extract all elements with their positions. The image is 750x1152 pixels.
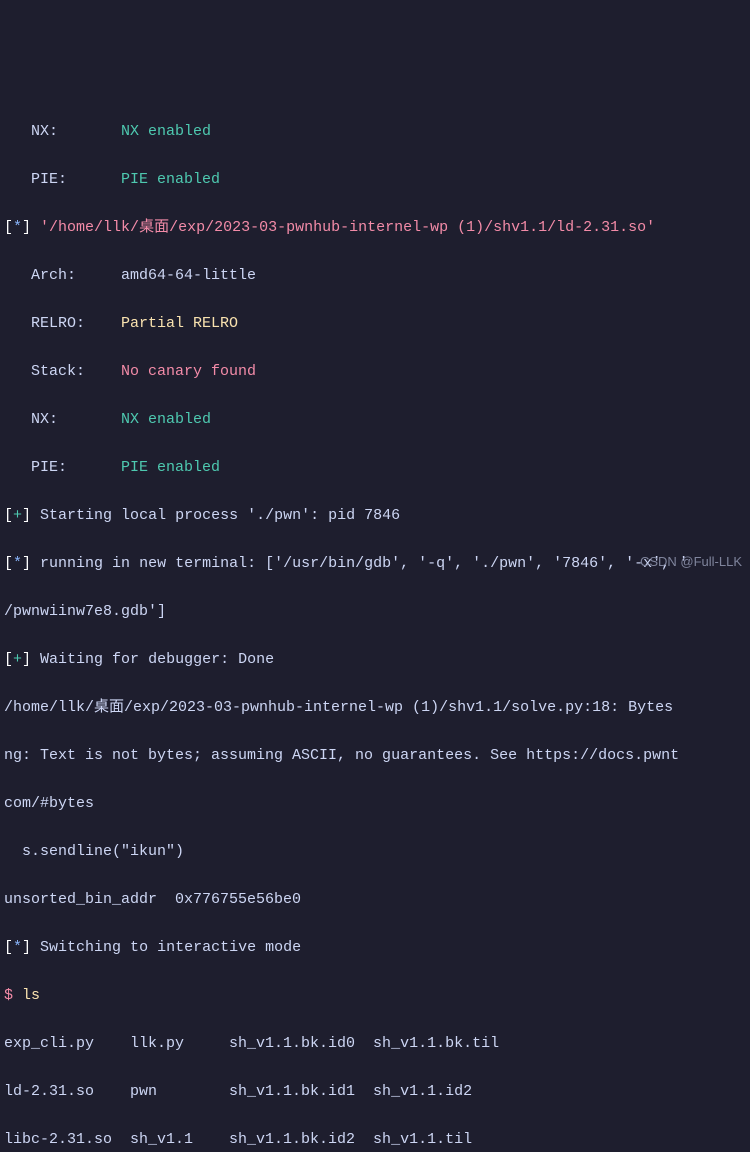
star-icon: * (13, 939, 22, 956)
interactive-mode: Switching to interactive mode (40, 939, 301, 956)
ls-row: libc-2.31.so sh_v1.1 sh_v1.1.bk.id2 sh_v… (4, 1131, 472, 1148)
arch-label: Arch: (4, 267, 121, 284)
bracket: [ (4, 219, 13, 236)
pie-label: PIE: (4, 171, 121, 188)
relro-label: RELRO: (4, 315, 121, 332)
warning-line3: com/#bytes (4, 795, 94, 812)
warning-line2: ng: Text is not bytes; assuming ASCII, n… (4, 747, 679, 764)
stack-label: Stack: (4, 363, 121, 380)
stack-value: No canary found (121, 363, 256, 380)
file-path: '/home/llk/桌面/exp/2023-03-pwnhub-interne… (40, 219, 655, 236)
bracket: ] (22, 651, 40, 668)
arch-value: amd64-64-little (121, 267, 256, 284)
nx-value: NX enabled (121, 123, 211, 140)
process-start: Starting local process './pwn': pid 7846 (40, 507, 400, 524)
bracket: ] (22, 555, 40, 572)
bracket: [ (4, 555, 13, 572)
shell-command: ls (13, 987, 40, 1004)
bracket: [ (4, 939, 13, 956)
nx-value: NX enabled (121, 411, 211, 428)
pie-label: PIE: (4, 459, 121, 476)
ls-row: exp_cli.py llk.py sh_v1.1.bk.id0 sh_v1.1… (4, 1035, 499, 1052)
star-icon: * (13, 219, 22, 236)
pie-value: PIE enabled (121, 171, 220, 188)
watermark: CSDN @Full-LLK (640, 550, 742, 574)
nx-label: NX: (4, 123, 121, 140)
bracket: ] (22, 219, 40, 236)
gdb-launch-line2: /pwnwiinw7e8.gdb'] (4, 603, 166, 620)
bracket: [ (4, 651, 13, 668)
ls-row: ld-2.31.so pwn sh_v1.1.bk.id1 sh_v1.1.id… (4, 1083, 472, 1100)
star-icon: * (13, 555, 22, 572)
plus-icon: + (13, 507, 22, 524)
warning-line1: /home/llk/桌面/exp/2023-03-pwnhub-internel… (4, 699, 673, 716)
unsorted-bin-addr: unsorted_bin_addr 0x776755e56be0 (4, 891, 301, 908)
debugger-wait: Waiting for debugger: Done (40, 651, 274, 668)
bracket: [ (4, 507, 13, 524)
warning-line4: s.sendline("ikun") (4, 843, 184, 860)
terminal-output[interactable]: NX: NX enabled PIE: PIE enabled [*] '/ho… (4, 96, 746, 1152)
shell-prompt: $ (4, 987, 13, 1004)
bracket: ] (22, 939, 40, 956)
plus-icon: + (13, 651, 22, 668)
nx-label: NX: (4, 411, 121, 428)
gdb-launch-line1: running in new terminal: ['/usr/bin/gdb'… (40, 555, 688, 572)
relro-value: Partial RELRO (121, 315, 238, 332)
pie-value: PIE enabled (121, 459, 220, 476)
bracket: ] (22, 507, 40, 524)
